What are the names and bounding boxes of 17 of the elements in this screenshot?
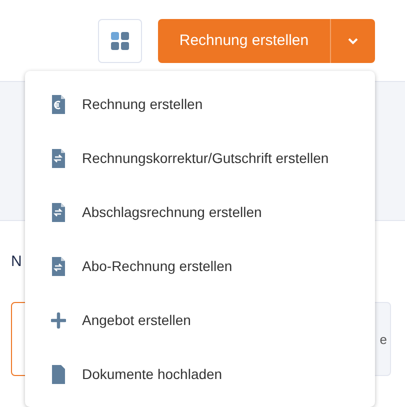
grid-view-button[interactable]	[98, 18, 142, 62]
chevron-down-icon	[347, 36, 359, 44]
card-text: e	[380, 332, 387, 346]
euro-document-icon	[51, 94, 66, 114]
menu-item[interactable]: Dokumente hochladen	[25, 347, 375, 401]
document-arrows-icon	[51, 202, 66, 222]
document-arrows-icon	[51, 148, 66, 168]
menu-item[interactable]: Abschlagsrechnung erstellen	[25, 185, 375, 239]
menu-item[interactable]: Rechnungskorrektur/Gutschrift erstellen	[25, 131, 375, 185]
menu-item[interactable]: Abo-Rechnung erstellen	[25, 239, 375, 293]
section-heading: N	[11, 253, 22, 270]
document-icon	[51, 364, 66, 384]
grid-icon	[111, 32, 129, 50]
plus-icon	[51, 310, 66, 330]
document-arrows-icon	[51, 256, 66, 276]
menu-item[interactable]: Angebot erstellen	[25, 293, 375, 347]
menu-item[interactable]: Rechnung erstellen	[25, 77, 375, 131]
